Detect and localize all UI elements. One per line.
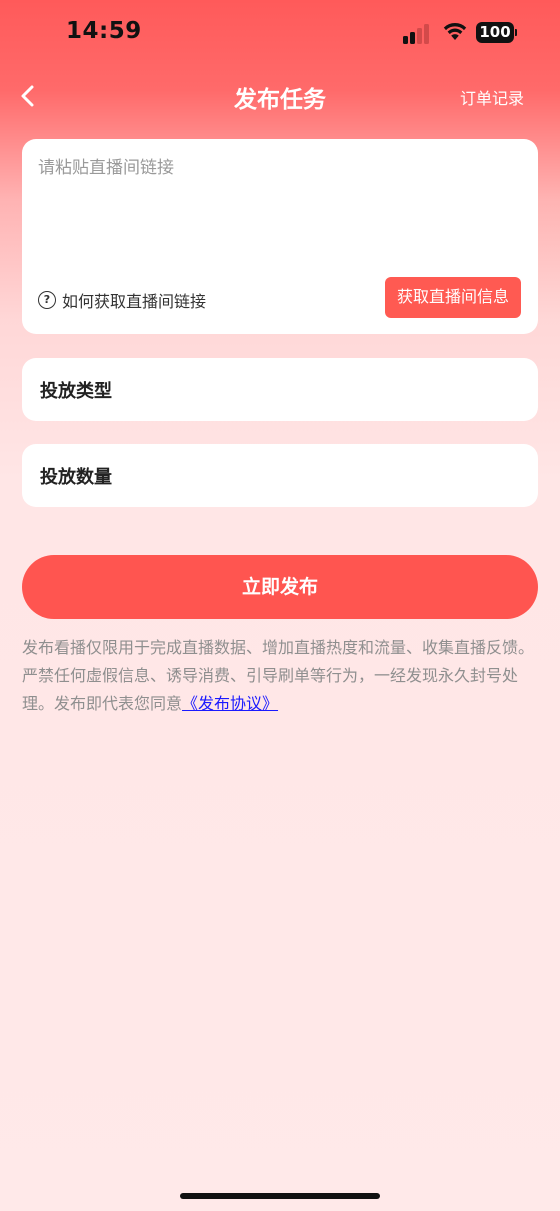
help-text: 如何获取直播间链接: [62, 292, 207, 311]
publish-now-button[interactable]: 立即发布: [22, 555, 538, 619]
status-time: 14:59: [66, 18, 142, 44]
how-to-get-link[interactable]: ? 如何获取直播间链接: [38, 289, 206, 311]
order-records-link[interactable]: 订单记录: [460, 85, 524, 109]
status-bar: 14:59 100: [0, 0, 560, 66]
publish-notice: 发布看播仅限用于完成直播数据、增加直播热度和流量、收集直播反馈。严禁任何虚假信息…: [22, 634, 540, 718]
delivery-quantity-field[interactable]: 投放数量: [22, 444, 538, 507]
wifi-icon: [443, 22, 467, 40]
live-link-input[interactable]: [38, 153, 518, 263]
agreement-link[interactable]: 《发布协议》: [182, 694, 278, 713]
question-circle-icon: ?: [38, 291, 56, 309]
home-indicator: [180, 1193, 380, 1199]
delivery-type-label: 投放类型: [40, 381, 112, 402]
delivery-quantity-label: 投放数量: [40, 467, 112, 488]
live-link-card: ? 如何获取直播间链接 获取直播间信息: [22, 139, 538, 334]
delivery-type-field[interactable]: 投放类型: [22, 358, 538, 421]
fetch-live-info-button[interactable]: 获取直播间信息: [384, 277, 521, 318]
battery-icon: 100: [476, 22, 517, 43]
nav-bar: 发布任务 订单记录: [0, 70, 560, 122]
cellular-signal-icon: [403, 24, 433, 44]
